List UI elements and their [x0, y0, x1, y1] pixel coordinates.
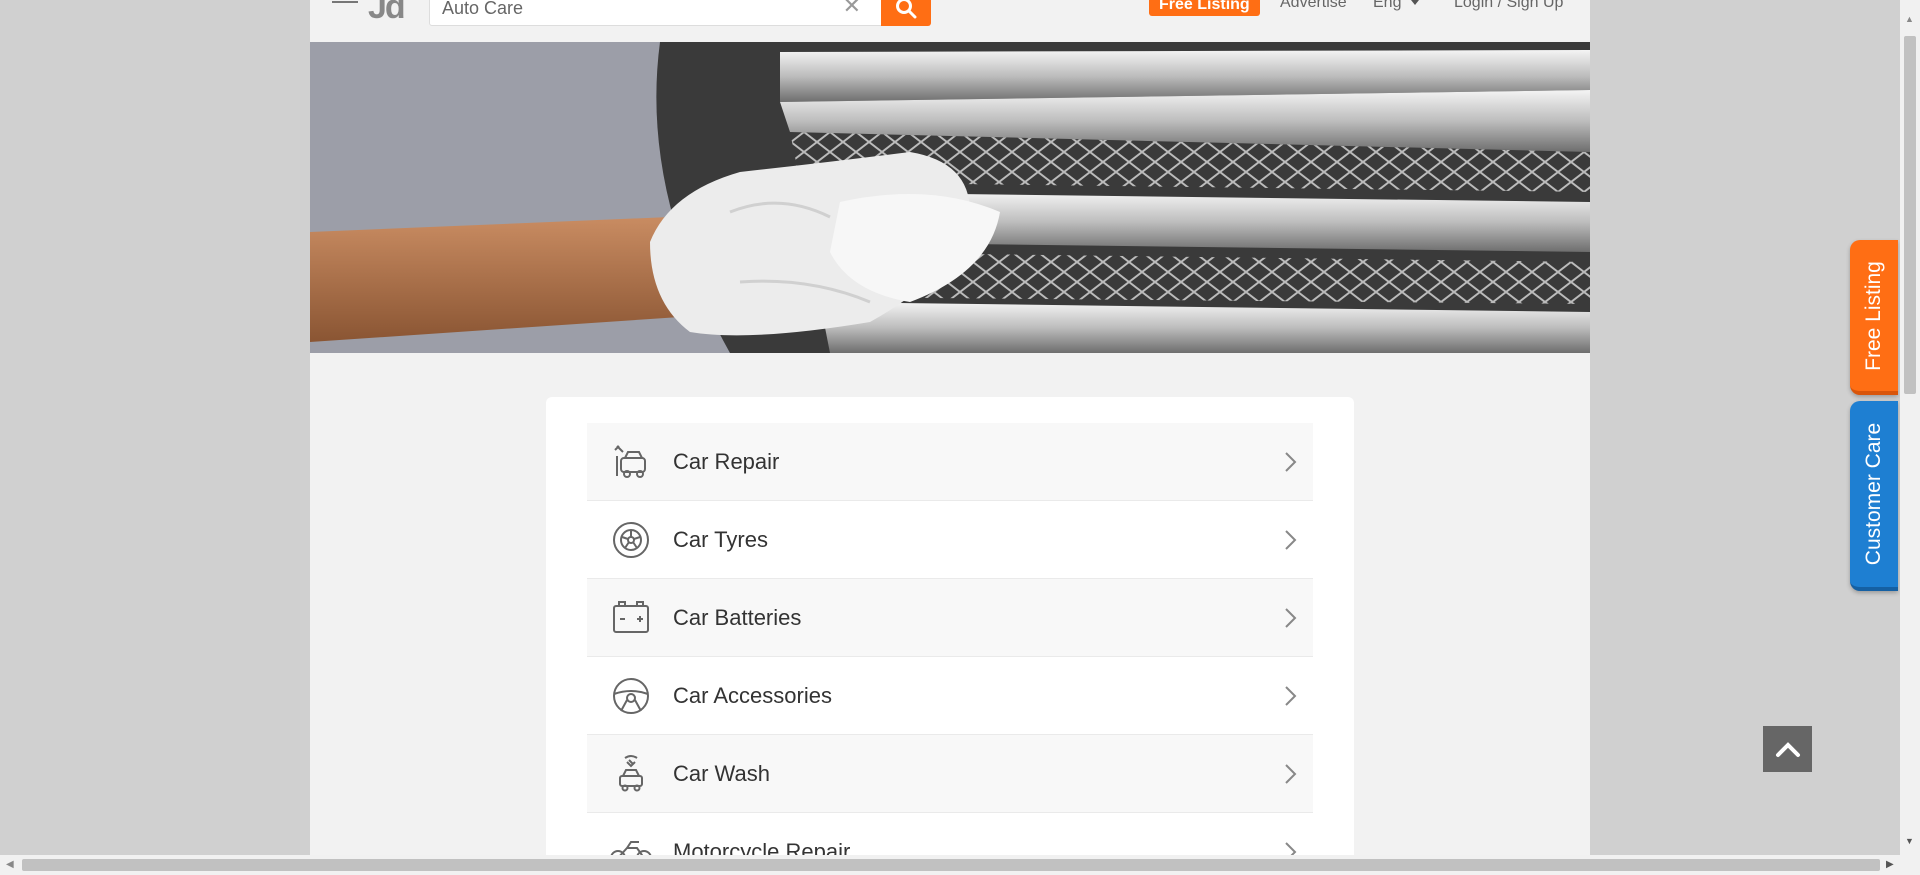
category-item-car-batteries[interactable]: Car Batteries	[587, 579, 1313, 657]
search-icon	[896, 0, 917, 19]
back-to-top-button[interactable]	[1763, 726, 1812, 772]
side-tab-label: Free Listing	[1862, 260, 1885, 371]
language-selector[interactable]: Eng	[1373, 0, 1420, 12]
page-container: Jd ✕ Free Listing Advertise Eng Login / …	[310, 0, 1590, 855]
chevron-right-icon	[1285, 608, 1297, 628]
category-label: Car Tyres	[673, 526, 768, 552]
menu-icon[interactable]	[332, 0, 358, 10]
motorcycle-icon	[609, 830, 653, 855]
category-label: Car Accessories	[673, 682, 832, 708]
scroll-left-arrow-icon[interactable]: ◀	[6, 859, 14, 870]
chevron-right-icon	[1285, 842, 1297, 855]
scroll-right-arrow-icon[interactable]: ▶	[1886, 859, 1894, 870]
header: Jd ✕ Free Listing Advertise Eng Login / …	[310, 0, 1590, 42]
category-card: Car Repair Car Tyres Car Batteries Car A…	[546, 397, 1354, 855]
search-button[interactable]	[881, 0, 931, 26]
category-list: Car Repair Car Tyres Car Batteries Car A…	[587, 423, 1313, 855]
category-label: Car Wash	[673, 760, 770, 786]
car-repair-icon	[609, 440, 653, 484]
tyre-icon	[609, 518, 653, 562]
category-label: Car Repair	[673, 448, 780, 474]
category-label: Motorcycle Repair	[673, 838, 851, 856]
category-item-car-wash[interactable]: Car Wash	[587, 735, 1313, 813]
logo[interactable]: Jd	[368, 0, 406, 27]
steering-wheel-icon	[609, 674, 653, 718]
customer-care-side-tab[interactable]: Customer Care	[1850, 401, 1898, 591]
vertical-scroll-thumb[interactable]	[1904, 36, 1916, 394]
horizontal-scrollbar[interactable]: ◀ ▶	[0, 855, 1920, 875]
login-signup-link[interactable]: Login / Sign Up	[1454, 0, 1563, 12]
category-item-car-repair[interactable]: Car Repair	[587, 423, 1313, 501]
chevron-right-icon	[1285, 686, 1297, 706]
clear-icon[interactable]: ✕	[843, 0, 861, 19]
hero-car-grille-image	[310, 42, 1590, 353]
chevron-right-icon	[1285, 530, 1297, 550]
chevron-right-icon	[1285, 452, 1297, 472]
search-input[interactable]	[430, 0, 810, 25]
free-listing-side-tab[interactable]: Free Listing	[1850, 240, 1898, 395]
chevron-right-icon	[1285, 764, 1297, 784]
side-tab-label: Customer Care	[1862, 422, 1886, 566]
advertise-link[interactable]: Advertise	[1280, 0, 1347, 12]
vertical-scrollbar[interactable]: ▲ ▼	[1900, 0, 1920, 855]
caret-down-icon	[1411, 0, 1420, 6]
category-label: Car Batteries	[673, 604, 802, 630]
battery-icon	[609, 596, 653, 640]
category-item-motorcycle-repair[interactable]: Motorcycle Repair	[587, 813, 1313, 855]
free-listing-button[interactable]: Free Listing	[1149, 0, 1260, 16]
scroll-up-arrow-icon[interactable]: ▲	[1905, 14, 1914, 24]
language-label: Eng	[1373, 0, 1402, 11]
hero-banner	[310, 42, 1590, 353]
car-wash-icon	[609, 752, 653, 796]
category-item-car-accessories[interactable]: Car Accessories	[587, 657, 1313, 735]
category-item-car-tyres[interactable]: Car Tyres	[587, 501, 1313, 579]
horizontal-scroll-thumb[interactable]	[22, 859, 1880, 871]
scroll-down-arrow-icon[interactable]: ▼	[1905, 836, 1914, 846]
chevron-up-icon	[1775, 742, 1800, 757]
search-box: ✕	[429, 0, 882, 26]
